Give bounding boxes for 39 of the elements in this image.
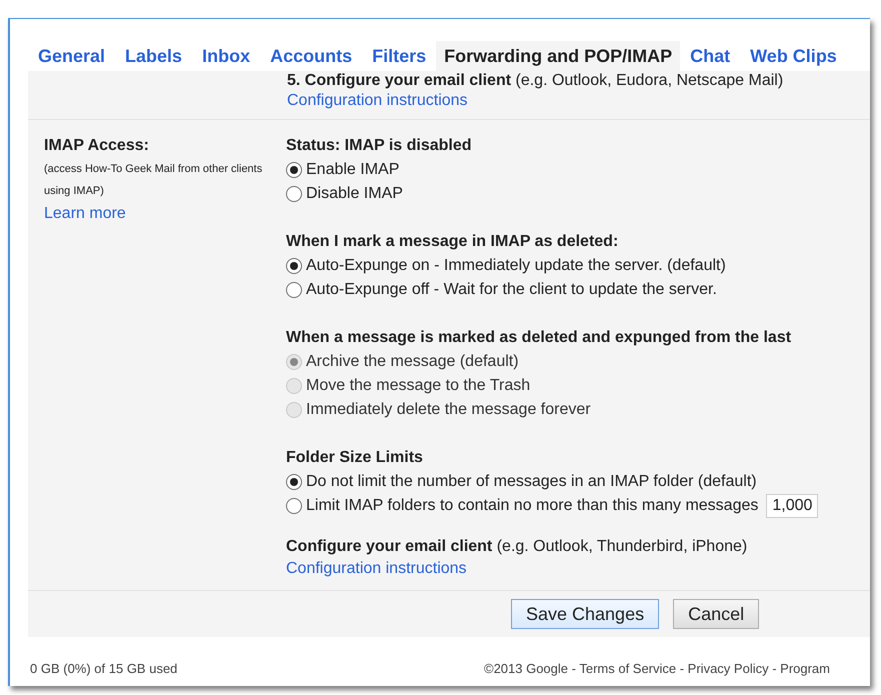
settings-tab[interactable]: Filters: [362, 41, 436, 71]
option-label: Immediately delete the message forever: [306, 400, 591, 420]
option-label: Disable IMAP: [306, 184, 403, 204]
settings-tab[interactable]: Web Clips: [740, 41, 847, 71]
configuration-link[interactable]: Configuration instructions: [287, 91, 468, 111]
option-label: Auto-Expunge on - Immediately update the server. (default): [306, 256, 726, 276]
group-heading: When I mark a message in IMAP as deleted:: [286, 232, 620, 252]
section-description: (access How-To Geek Mail from other clients using IMAP): [44, 162, 264, 199]
radio-button[interactable]: [286, 186, 302, 202]
input-field[interactable]: 1,000: [766, 494, 818, 518]
radio-button[interactable]: [286, 282, 302, 298]
cancel-button[interactable]: Cancel: [673, 599, 760, 629]
option-label: Archive the message (default): [306, 352, 519, 372]
settings-tab[interactable]: Chat: [680, 41, 740, 71]
settings-tab[interactable]: General: [28, 41, 116, 71]
storage-usage: 0 GB (0%) of 15 GB used: [30, 660, 178, 678]
radio-button[interactable]: [286, 498, 302, 514]
option-label: Do not limit the number of messages in an IMAP folder (default): [306, 472, 757, 492]
configuration-link[interactable]: Configuration instructions: [286, 558, 467, 580]
option-label: Auto-Expunge off - Wait for the client to update the server.: [306, 280, 717, 300]
settings-tab[interactable]: Labels: [115, 41, 192, 71]
option-label: Move the message to the Trash: [306, 376, 530, 396]
group-heading: Folder Size Limits: [286, 448, 424, 468]
option-label: Limit IMAP folders to contain no more than this many messages: [306, 496, 758, 516]
section-label: IMAP Access:: [44, 136, 150, 156]
settings-tab[interactable]: Accounts: [260, 41, 362, 71]
option-label: Enable IMAP: [306, 160, 400, 180]
group-heading: When a message is marked as deleted and expunged from the last: [286, 328, 792, 348]
section-heading: 5. Configure your email client (e.g. Outlook, Eudora, Netscape Mail): [287, 71, 784, 91]
radio-button[interactable]: [286, 162, 302, 178]
radio-button[interactable]: [286, 474, 302, 490]
section-heading: Configure your email client (e.g. Outlook, Thunderbird, iPhone): [286, 537, 748, 557]
group-heading: Status: IMAP is disabled: [286, 136, 473, 156]
footer-links: ©2013 Google - Terms of Service - Privacy Policy - Program: [484, 660, 830, 678]
settings-tab[interactable]: Inbox: [192, 41, 260, 71]
radio-button[interactable]: [286, 258, 302, 274]
learn-more-link[interactable]: Learn more: [44, 202, 126, 226]
settings-tab[interactable]: Forwarding and POP/IMAP: [436, 41, 680, 71]
save-button[interactable]: Save Changes: [511, 599, 660, 629]
